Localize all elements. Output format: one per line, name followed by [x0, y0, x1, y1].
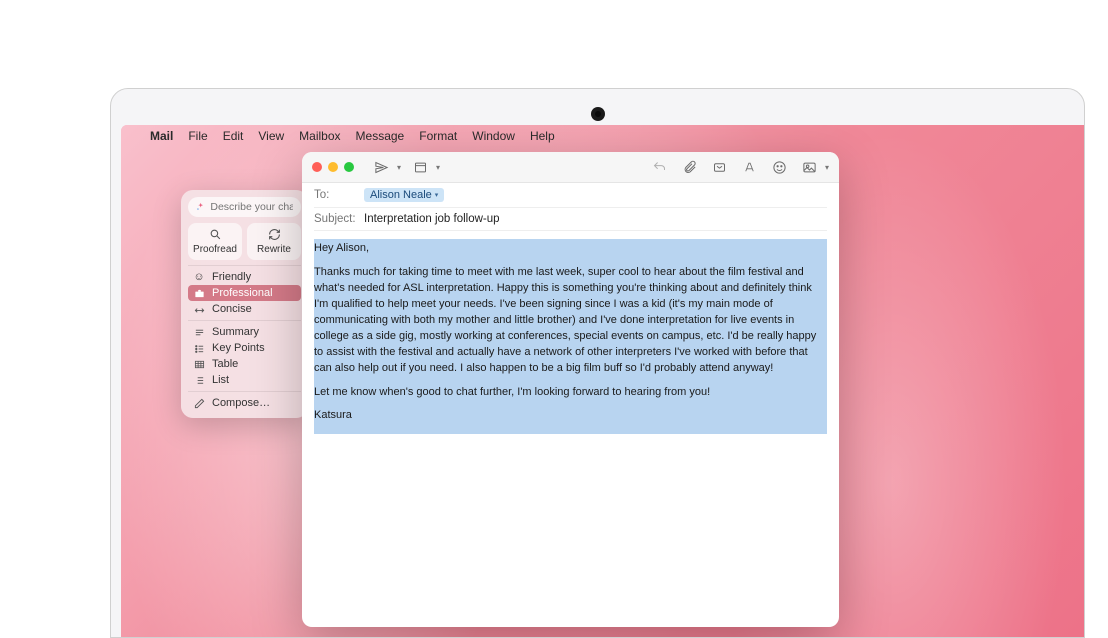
maximize-button[interactable] [344, 162, 354, 172]
camera [591, 107, 605, 121]
format-button[interactable] [739, 158, 760, 177]
briefcase-icon [193, 288, 205, 299]
rewrite-icon [268, 228, 281, 241]
describe-change-field[interactable] [210, 201, 293, 213]
rewrite-label: Rewrite [257, 244, 291, 255]
tone-label: Professional [212, 287, 273, 299]
table-icon [193, 359, 205, 370]
send-button[interactable] [371, 158, 392, 177]
window-controls [312, 162, 354, 172]
subject-label: Subject: [314, 213, 356, 225]
chevron-down-icon[interactable]: ▾ [436, 163, 440, 172]
proofread-button[interactable]: Proofread [188, 223, 242, 260]
list-icon [193, 375, 205, 386]
separator [188, 391, 301, 392]
tone-friendly[interactable]: ☺ Friendly [188, 269, 301, 285]
tone-label: Friendly [212, 271, 251, 283]
app-menu[interactable]: Mail [150, 129, 173, 143]
format-menu[interactable]: Format [419, 129, 457, 143]
tone-label: Concise [212, 303, 252, 315]
compose-headers: To: Alison Neale Subject: Interpretation… [302, 183, 839, 231]
summary-icon [193, 327, 205, 338]
window-menu[interactable]: Window [472, 129, 515, 143]
to-label: To: [314, 189, 356, 201]
photo-button[interactable] [799, 158, 820, 177]
message-menu[interactable]: Message [356, 129, 405, 143]
greeting: Hey Alison, [314, 241, 827, 257]
closing-paragraph: Let me know when's good to chat further,… [314, 385, 827, 401]
mailbox-menu[interactable]: Mailbox [299, 129, 340, 143]
file-menu[interactable]: File [188, 129, 207, 143]
smile-icon: ☺ [193, 271, 205, 283]
subject-input[interactable]: Interpretation job follow-up [364, 213, 500, 225]
message-body[interactable]: Hey Alison, Thanks much for taking time … [302, 231, 839, 627]
keypoints-icon [193, 343, 205, 354]
format-summary[interactable]: Summary [188, 324, 301, 340]
describe-change-input[interactable] [188, 197, 301, 217]
format-table[interactable]: Table [188, 356, 301, 372]
reply-button[interactable] [649, 158, 670, 177]
sparkle-icon [196, 202, 205, 213]
chevron-down-icon[interactable]: ▾ [397, 163, 401, 172]
compose-toolbar: ▾ ▾ [302, 152, 839, 183]
format-label: Summary [212, 326, 259, 338]
header-fields-button[interactable] [410, 158, 431, 177]
emoji-button[interactable] [769, 158, 790, 177]
format-label: Key Points [212, 342, 265, 354]
format-keypoints[interactable]: Key Points [188, 340, 301, 356]
close-button[interactable] [312, 162, 322, 172]
format-list[interactable]: List [188, 372, 301, 388]
minimize-button[interactable] [328, 162, 338, 172]
format-label: Table [212, 358, 238, 370]
selected-text: Hey Alison, Thanks much for taking time … [314, 239, 827, 434]
format-label: List [212, 374, 229, 386]
chevron-down-icon[interactable]: ▾ [825, 163, 829, 172]
subject-row: Subject: Interpretation job follow-up [314, 208, 827, 231]
body-paragraph: Thanks much for taking time to meet with… [314, 265, 827, 377]
compose-window: ▾ ▾ [302, 152, 839, 627]
tone-concise[interactable]: Concise [188, 301, 301, 317]
tone-professional[interactable]: Professional [188, 285, 301, 301]
view-menu[interactable]: View [258, 129, 284, 143]
magnify-icon [209, 228, 222, 241]
attach-button[interactable] [679, 158, 700, 177]
link-button[interactable] [709, 158, 730, 177]
recipient-chip[interactable]: Alison Neale [364, 188, 444, 202]
to-row: To: Alison Neale [314, 183, 827, 208]
proofread-label: Proofread [193, 244, 237, 255]
rewrite-button[interactable]: Rewrite [247, 223, 301, 260]
compose-option[interactable]: Compose… [188, 395, 301, 411]
help-menu[interactable]: Help [530, 129, 555, 143]
writing-tools-panel: Proofread Rewrite ☺ Friendly [181, 190, 308, 418]
separator [188, 320, 301, 321]
menubar: Mail File Edit View Mailbox Message Form… [121, 125, 1084, 147]
concise-icon [193, 304, 205, 315]
pencil-icon [193, 398, 205, 409]
compose-label: Compose… [212, 397, 270, 409]
edit-menu[interactable]: Edit [223, 129, 244, 143]
signature: Katsura [314, 408, 827, 424]
